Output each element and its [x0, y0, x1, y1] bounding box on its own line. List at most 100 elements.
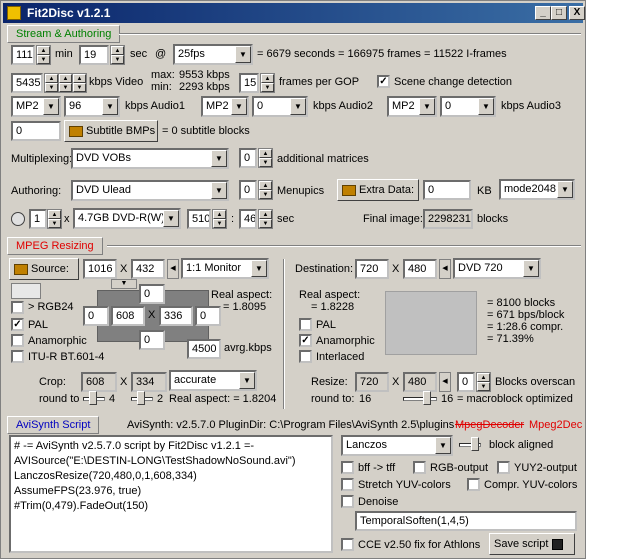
- monitor-select[interactable]: 1:1 Monitor ▼: [181, 258, 269, 279]
- source-button[interactable]: Source:: [9, 258, 79, 280]
- crop-height-input[interactable]: 336: [159, 306, 193, 326]
- crop-top-input[interactable]: 0: [139, 284, 165, 304]
- rgb24-checkbox[interactable]: [11, 301, 24, 314]
- compr-yuv-checkbox[interactable]: [467, 478, 480, 491]
- destination-format-select[interactable]: DVD 720 ▼: [453, 258, 541, 279]
- rgb-output-checkbox[interactable]: [413, 461, 426, 474]
- resizer-select[interactable]: Lanczos ▼: [341, 435, 453, 456]
- chevron-down-icon[interactable]: ▼: [102, 98, 118, 115]
- chevron-left-icon[interactable]: ◀: [439, 372, 451, 392]
- chevron-left-icon[interactable]: ◀: [167, 259, 179, 279]
- bff-tff-checkbox[interactable]: [341, 461, 354, 474]
- minimize-button[interactable]: _: [535, 6, 551, 20]
- pal-checkbox[interactable]: ✓: [11, 318, 24, 331]
- minutes-input[interactable]: 111: [11, 45, 35, 65]
- cce-fix-checkbox[interactable]: [341, 538, 354, 551]
- dest-pal-checkbox[interactable]: [299, 318, 312, 331]
- subtitle-bmps-button[interactable]: Subtitle BMPs: [64, 120, 158, 142]
- disc-seconds-spinner[interactable]: ▲ ▼: [258, 209, 273, 229]
- chevron-left-icon[interactable]: ◀: [439, 259, 451, 279]
- chevron-down-icon[interactable]: ▼: [43, 98, 59, 115]
- crop-bottom-input[interactable]: 0: [139, 330, 165, 350]
- seconds-spinner[interactable]: ▲ ▼: [110, 45, 125, 65]
- disc-count-input[interactable]: 1: [29, 209, 47, 229]
- video-kbps-spinner-1[interactable]: ▲ ▼: [44, 73, 59, 93]
- scene-change-checkbox[interactable]: ✓: [377, 75, 390, 88]
- fps-select[interactable]: 25fps ▼: [173, 44, 253, 65]
- crop-mode-select[interactable]: accurate ▼: [169, 370, 257, 391]
- menupics-input[interactable]: 0: [239, 180, 257, 200]
- minutes-spinner[interactable]: ▲ ▼: [36, 45, 51, 65]
- chevron-down-icon[interactable]: ▼: [478, 98, 494, 115]
- block-aligned-slider-thumb[interactable]: [471, 437, 479, 451]
- chevron-down-icon[interactable]: ▼: [290, 98, 306, 115]
- chevron-down-icon[interactable]: ▼: [231, 98, 247, 115]
- chevron-down-icon[interactable]: ▼: [557, 181, 573, 198]
- dest-anamorphic-checkbox[interactable]: ✓: [299, 334, 312, 347]
- itu-checkbox[interactable]: [11, 350, 24, 363]
- close-button[interactable]: X: [569, 6, 585, 20]
- source-width-input[interactable]: 1016: [83, 259, 117, 279]
- gop-input[interactable]: 15: [239, 73, 259, 93]
- chevron-down-icon[interactable]: ▼: [211, 182, 227, 199]
- chevron-down-icon[interactable]: ▼: [163, 210, 179, 227]
- resize-round-slider-track[interactable]: [403, 397, 437, 401]
- disc-count-spinner[interactable]: ▲ ▼: [47, 209, 62, 229]
- matrices-spinner[interactable]: ▲ ▼: [258, 148, 273, 168]
- source-height-input[interactable]: 432: [131, 259, 165, 279]
- speaker-icon[interactable]: [11, 283, 41, 299]
- chevron-down-icon[interactable]: ▼: [235, 46, 251, 63]
- maximize-button[interactable]: □: [551, 6, 567, 20]
- tab-avisynth-script[interactable]: AviSynth Script: [7, 416, 100, 434]
- video-kbps-spinner-2[interactable]: ▲ ▼: [58, 73, 73, 93]
- title-bar[interactable]: Fit2Disc v1.2.1 _ □ X: [3, 3, 585, 23]
- denoise-checkbox[interactable]: [341, 495, 354, 508]
- script-editor[interactable]: # -= AviSynth v2.5.7.0 script by Fit2Dis…: [9, 435, 333, 553]
- audio2-codec-select[interactable]: MP2 ▼: [201, 96, 249, 117]
- chevron-down-icon[interactable]: ▼: [111, 279, 137, 289]
- overscan-input[interactable]: 0: [457, 372, 475, 392]
- section-stream-authoring[interactable]: Stream & Authoring: [7, 25, 121, 43]
- audio3-kbps-select[interactable]: 0 ▼: [440, 96, 496, 117]
- bitrate-input[interactable]: 4500: [187, 339, 221, 359]
- section-mpeg-resizing[interactable]: MPEG Resizing: [7, 237, 103, 255]
- menupics-spinner[interactable]: ▲ ▼: [258, 180, 273, 200]
- chevron-down-icon[interactable]: ▼: [419, 98, 435, 115]
- resize-round-slider-thumb[interactable]: [423, 391, 431, 405]
- gop-spinner[interactable]: ▲ ▼: [260, 73, 275, 93]
- disc-minutes-input[interactable]: 510: [187, 209, 211, 229]
- subtitle-count-input[interactable]: 0: [11, 121, 61, 141]
- destination-width-input[interactable]: 720: [355, 259, 389, 279]
- video-kbps-spinner-3[interactable]: ▲ ▼: [72, 73, 87, 93]
- multiplexing-select[interactable]: DVD VOBs ▼: [71, 148, 229, 169]
- crop-right-input[interactable]: 0: [195, 306, 221, 326]
- chevron-down-icon[interactable]: ▼: [251, 260, 267, 277]
- save-script-button[interactable]: Save script: [489, 533, 575, 555]
- audio1-kbps-select[interactable]: 96 ▼: [64, 96, 120, 117]
- chevron-down-icon[interactable]: ▼: [523, 260, 539, 277]
- overscan-spinner[interactable]: ▲ ▼: [476, 372, 491, 392]
- denoise-filter-input[interactable]: TemporalSoften(1,4,5): [355, 511, 577, 531]
- disc-seconds-input[interactable]: 46: [239, 209, 257, 229]
- disc-minutes-spinner[interactable]: ▲ ▼: [212, 209, 227, 229]
- video-kbps-input[interactable]: 5435: [11, 73, 43, 93]
- matrices-input[interactable]: 0: [239, 148, 257, 168]
- audio3-codec-select[interactable]: MP2 ▼: [387, 96, 437, 117]
- seconds-input[interactable]: 19: [79, 45, 109, 65]
- stretch-yuv-checkbox[interactable]: [341, 478, 354, 491]
- authoring-select[interactable]: DVD Ulead ▼: [71, 180, 229, 201]
- extra-kb-input[interactable]: 0: [423, 180, 471, 200]
- audio2-kbps-select[interactable]: 0 ▼: [252, 96, 308, 117]
- chevron-down-icon[interactable]: ▼: [435, 437, 451, 454]
- yuy2-output-checkbox[interactable]: [497, 461, 510, 474]
- audio1-codec-select[interactable]: MP2 ▼: [11, 96, 61, 117]
- round-slider-thumb[interactable]: [89, 391, 97, 405]
- destination-height-input[interactable]: 480: [403, 259, 437, 279]
- extra-data-button[interactable]: Extra Data:: [337, 179, 419, 201]
- disc-type-select[interactable]: 4.7GB DVD-R(W) ▼: [73, 208, 181, 229]
- crop-width-input[interactable]: 608: [111, 306, 145, 326]
- crop-left-input[interactable]: 0: [83, 306, 109, 326]
- round2-slider-thumb[interactable]: [137, 391, 145, 405]
- chevron-down-icon[interactable]: ▼: [239, 372, 255, 389]
- mode-select[interactable]: mode2048 ▼: [499, 179, 575, 200]
